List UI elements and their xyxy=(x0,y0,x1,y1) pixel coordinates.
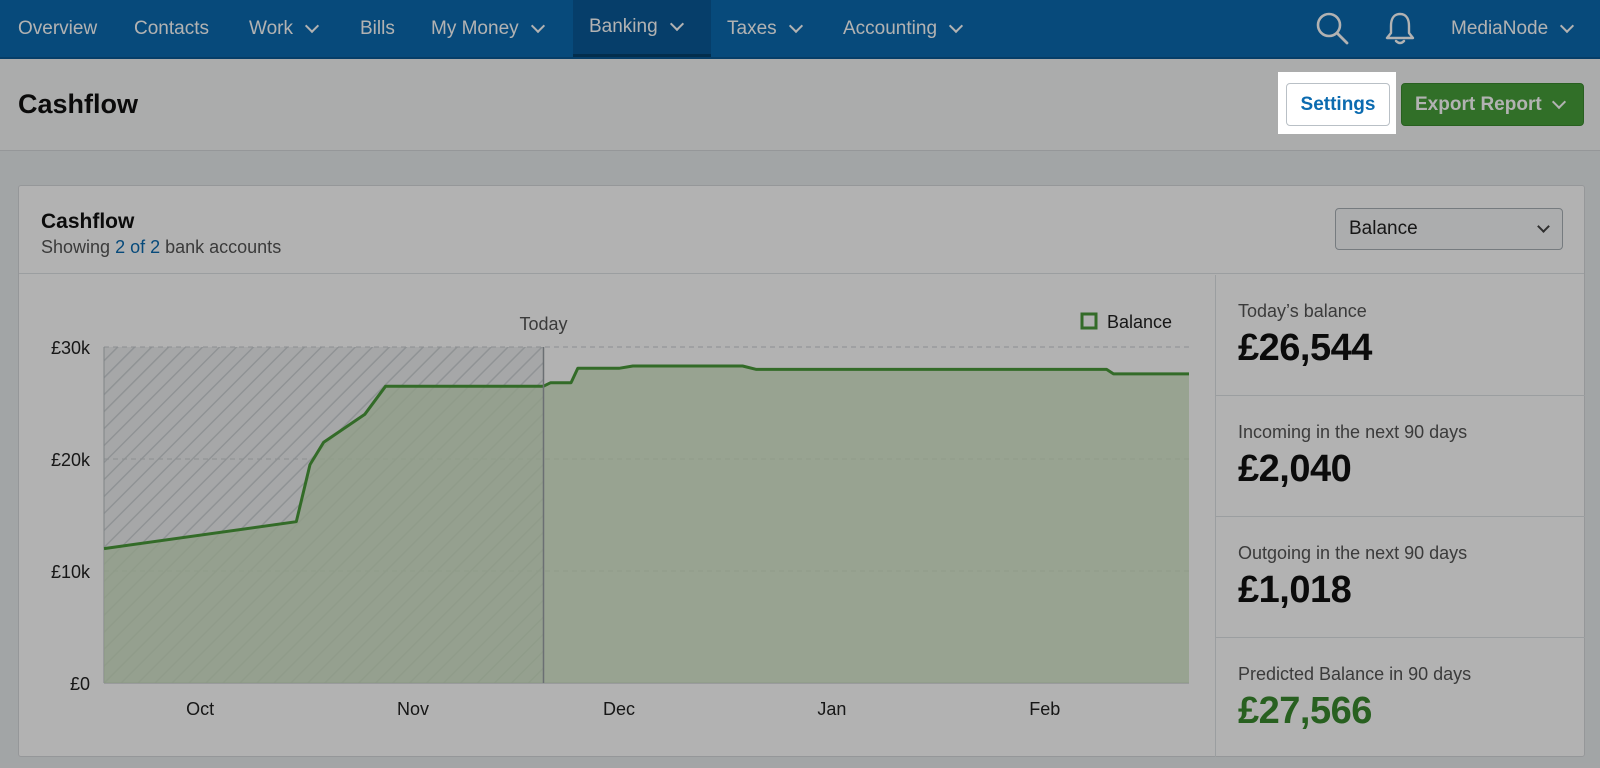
chevron-down-icon xyxy=(1560,18,1575,33)
nav-item-contacts[interactable]: Contacts xyxy=(134,0,209,57)
y-tick-label: £0 xyxy=(70,674,90,694)
settings-label: Settings xyxy=(1300,93,1376,115)
nav-item-label: Banking xyxy=(589,16,658,37)
nav-item-label: Taxes xyxy=(727,17,777,39)
nav-item-bills[interactable]: Bills xyxy=(360,0,395,57)
search-icon[interactable] xyxy=(1314,10,1350,46)
bank-accounts-link[interactable]: 2 of 2 xyxy=(115,237,160,257)
x-tick-label: Oct xyxy=(186,699,214,719)
today-label: Today xyxy=(519,314,567,334)
x-tick-label: Nov xyxy=(397,699,429,719)
cashflow-card: Cashflow Showing 2 of 2 bank accounts Ba… xyxy=(18,185,1585,757)
nav-item-label: Work xyxy=(249,17,293,39)
stat-todays-balance: Today’s balance £26,544 xyxy=(1216,275,1585,396)
y-tick-label: £30k xyxy=(51,338,91,358)
nav-item-accounting[interactable]: Accounting xyxy=(843,0,964,57)
chevron-down-icon xyxy=(669,16,684,32)
account-menu[interactable]: MediaNode xyxy=(1451,0,1575,57)
card-title: Cashflow xyxy=(41,210,135,233)
legend-label: Balance xyxy=(1107,312,1172,332)
top-nav: Overview Contacts Work Bills My Money Ba… xyxy=(0,0,1600,59)
stats-panel: Today’s balance £26,544 Incoming in the … xyxy=(1215,275,1585,759)
settings-spotlight: Settings xyxy=(1278,72,1396,134)
select-value: Balance xyxy=(1349,218,1418,239)
nav-item-taxes[interactable]: Taxes xyxy=(727,0,803,57)
stat-value: £26,544 xyxy=(1238,327,1372,369)
chevron-down-icon xyxy=(1551,94,1566,109)
stat-value: £1,018 xyxy=(1238,569,1352,611)
y-tick-label: £20k xyxy=(51,450,91,470)
nav-item-label: Bills xyxy=(360,17,395,39)
nav-item-overview[interactable]: Overview xyxy=(18,0,97,57)
cashflow-chart: £0 £10k £20k £30k Today Oct Nov Dec Jan Feb Balanc… xyxy=(51,312,1189,719)
nav-item-banking[interactable]: Banking xyxy=(573,0,711,57)
nav-item-work[interactable]: Work xyxy=(249,0,320,57)
settings-button[interactable]: Settings xyxy=(1286,83,1390,126)
nav-item-label: Accounting xyxy=(843,17,938,39)
subtitle-suffix: bank accounts xyxy=(160,237,282,257)
stat-outgoing: Outgoing in the next 90 days £1,018 xyxy=(1216,517,1585,638)
nav-item-label: My Money xyxy=(431,17,519,39)
page-title: Cashflow xyxy=(18,89,139,119)
y-tick-label: £10k xyxy=(51,562,91,582)
stat-incoming: Incoming in the next 90 days £2,040 xyxy=(1216,396,1585,517)
chevron-down-icon xyxy=(530,18,545,33)
account-name: MediaNode xyxy=(1451,17,1549,39)
stat-value: £27,566 xyxy=(1238,690,1372,732)
card-header: Cashflow Showing 2 of 2 bank accounts Ba… xyxy=(19,186,1584,274)
x-tick-label: Feb xyxy=(1029,699,1060,719)
nav-item-label: Contacts xyxy=(134,17,209,39)
export-report-button[interactable]: Export Report xyxy=(1401,83,1584,126)
chevron-down-icon xyxy=(1537,220,1550,233)
stat-label: Incoming in the next 90 days xyxy=(1238,422,1468,442)
stat-value: £2,040 xyxy=(1238,448,1352,490)
stat-label: Outgoing in the next 90 days xyxy=(1238,543,1468,563)
chart-mode-select[interactable]: Balance xyxy=(1335,208,1563,250)
card-subtitle: Showing 2 of 2 bank accounts xyxy=(41,237,281,258)
stat-predicted-balance: Predicted Balance in 90 days £27,566 xyxy=(1216,638,1585,759)
chart-area: £0 £10k £20k £30k Today Oct Nov Dec Jan Feb Balanc… xyxy=(19,275,1215,757)
stat-label: Today’s balance xyxy=(1238,301,1367,321)
legend-swatch xyxy=(1080,312,1098,330)
export-report-label: Export Report xyxy=(1415,93,1542,115)
x-tick-label: Dec xyxy=(603,699,635,719)
chevron-down-icon xyxy=(304,18,320,33)
subtitle-prefix: Showing xyxy=(41,237,116,257)
nav-item-label: Overview xyxy=(18,17,98,39)
x-tick-label: Jan xyxy=(817,699,846,719)
chevron-down-icon xyxy=(788,18,803,33)
stat-label: Predicted Balance in 90 days xyxy=(1238,664,1472,684)
bell-icon[interactable] xyxy=(1382,10,1418,46)
chevron-down-icon xyxy=(948,18,964,33)
nav-item-my-money[interactable]: My Money xyxy=(431,0,545,57)
